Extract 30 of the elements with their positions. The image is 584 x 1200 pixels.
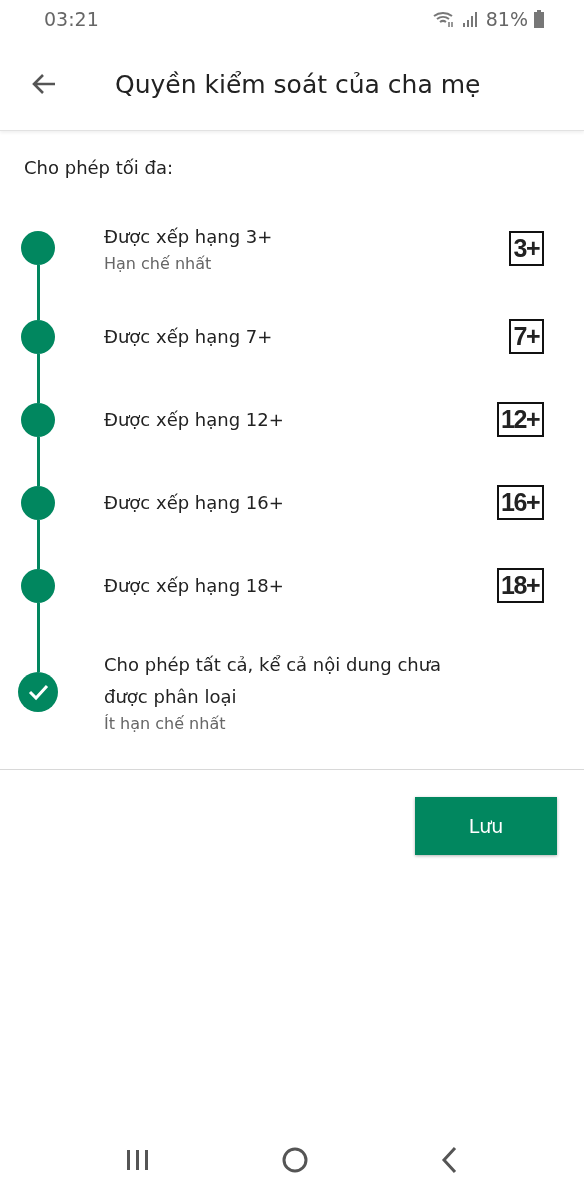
battery-icon [534, 10, 544, 28]
checked-radio[interactable] [18, 672, 58, 712]
radio-dot[interactable] [21, 319, 55, 354]
rating-description: Hạn chế nhất [104, 253, 213, 275]
page-title: Quyền kiểm soát của cha mẹ [115, 69, 481, 99]
radio-dot[interactable] [21, 231, 55, 265]
age-rating-badge: 7+ [509, 319, 544, 354]
radio-dot[interactable] [21, 485, 55, 520]
age-rating-badge: 12+ [497, 402, 544, 437]
wifi-icon [431, 10, 456, 28]
age-rating-badge: 18+ [497, 568, 544, 603]
home-icon[interactable] [281, 1146, 309, 1174]
rating-label: Được xếp hạng 7+ [104, 324, 274, 349]
radio-dot[interactable] [21, 402, 55, 437]
status-time: 03:21 [44, 8, 99, 30]
signal-icon [461, 10, 480, 28]
age-rating-badge: 3+ [509, 230, 544, 266]
rating-description: Ít hạn chế nhất [104, 713, 227, 735]
rating-label: Cho phép tất cả, kể cả nội dung chưa được phân loại [104, 653, 443, 709]
radio-dot[interactable] [21, 568, 55, 603]
rating-label: Được xếp hạng 3+ [104, 225, 274, 249]
save-button[interactable]: Lưu [415, 797, 557, 855]
battery-level: 81% [485, 8, 528, 30]
section-label: Cho phép tối đa: [24, 157, 175, 180]
recent-apps-icon[interactable] [125, 1148, 151, 1172]
age-rating-badge: 16+ [497, 485, 544, 520]
rating-label: Được xếp hạng 12+ [104, 407, 285, 432]
rating-label: Được xếp hạng 16+ [104, 490, 285, 515]
back-nav-icon[interactable] [439, 1146, 459, 1174]
rating-label: Được xếp hạng 18+ [104, 573, 285, 598]
